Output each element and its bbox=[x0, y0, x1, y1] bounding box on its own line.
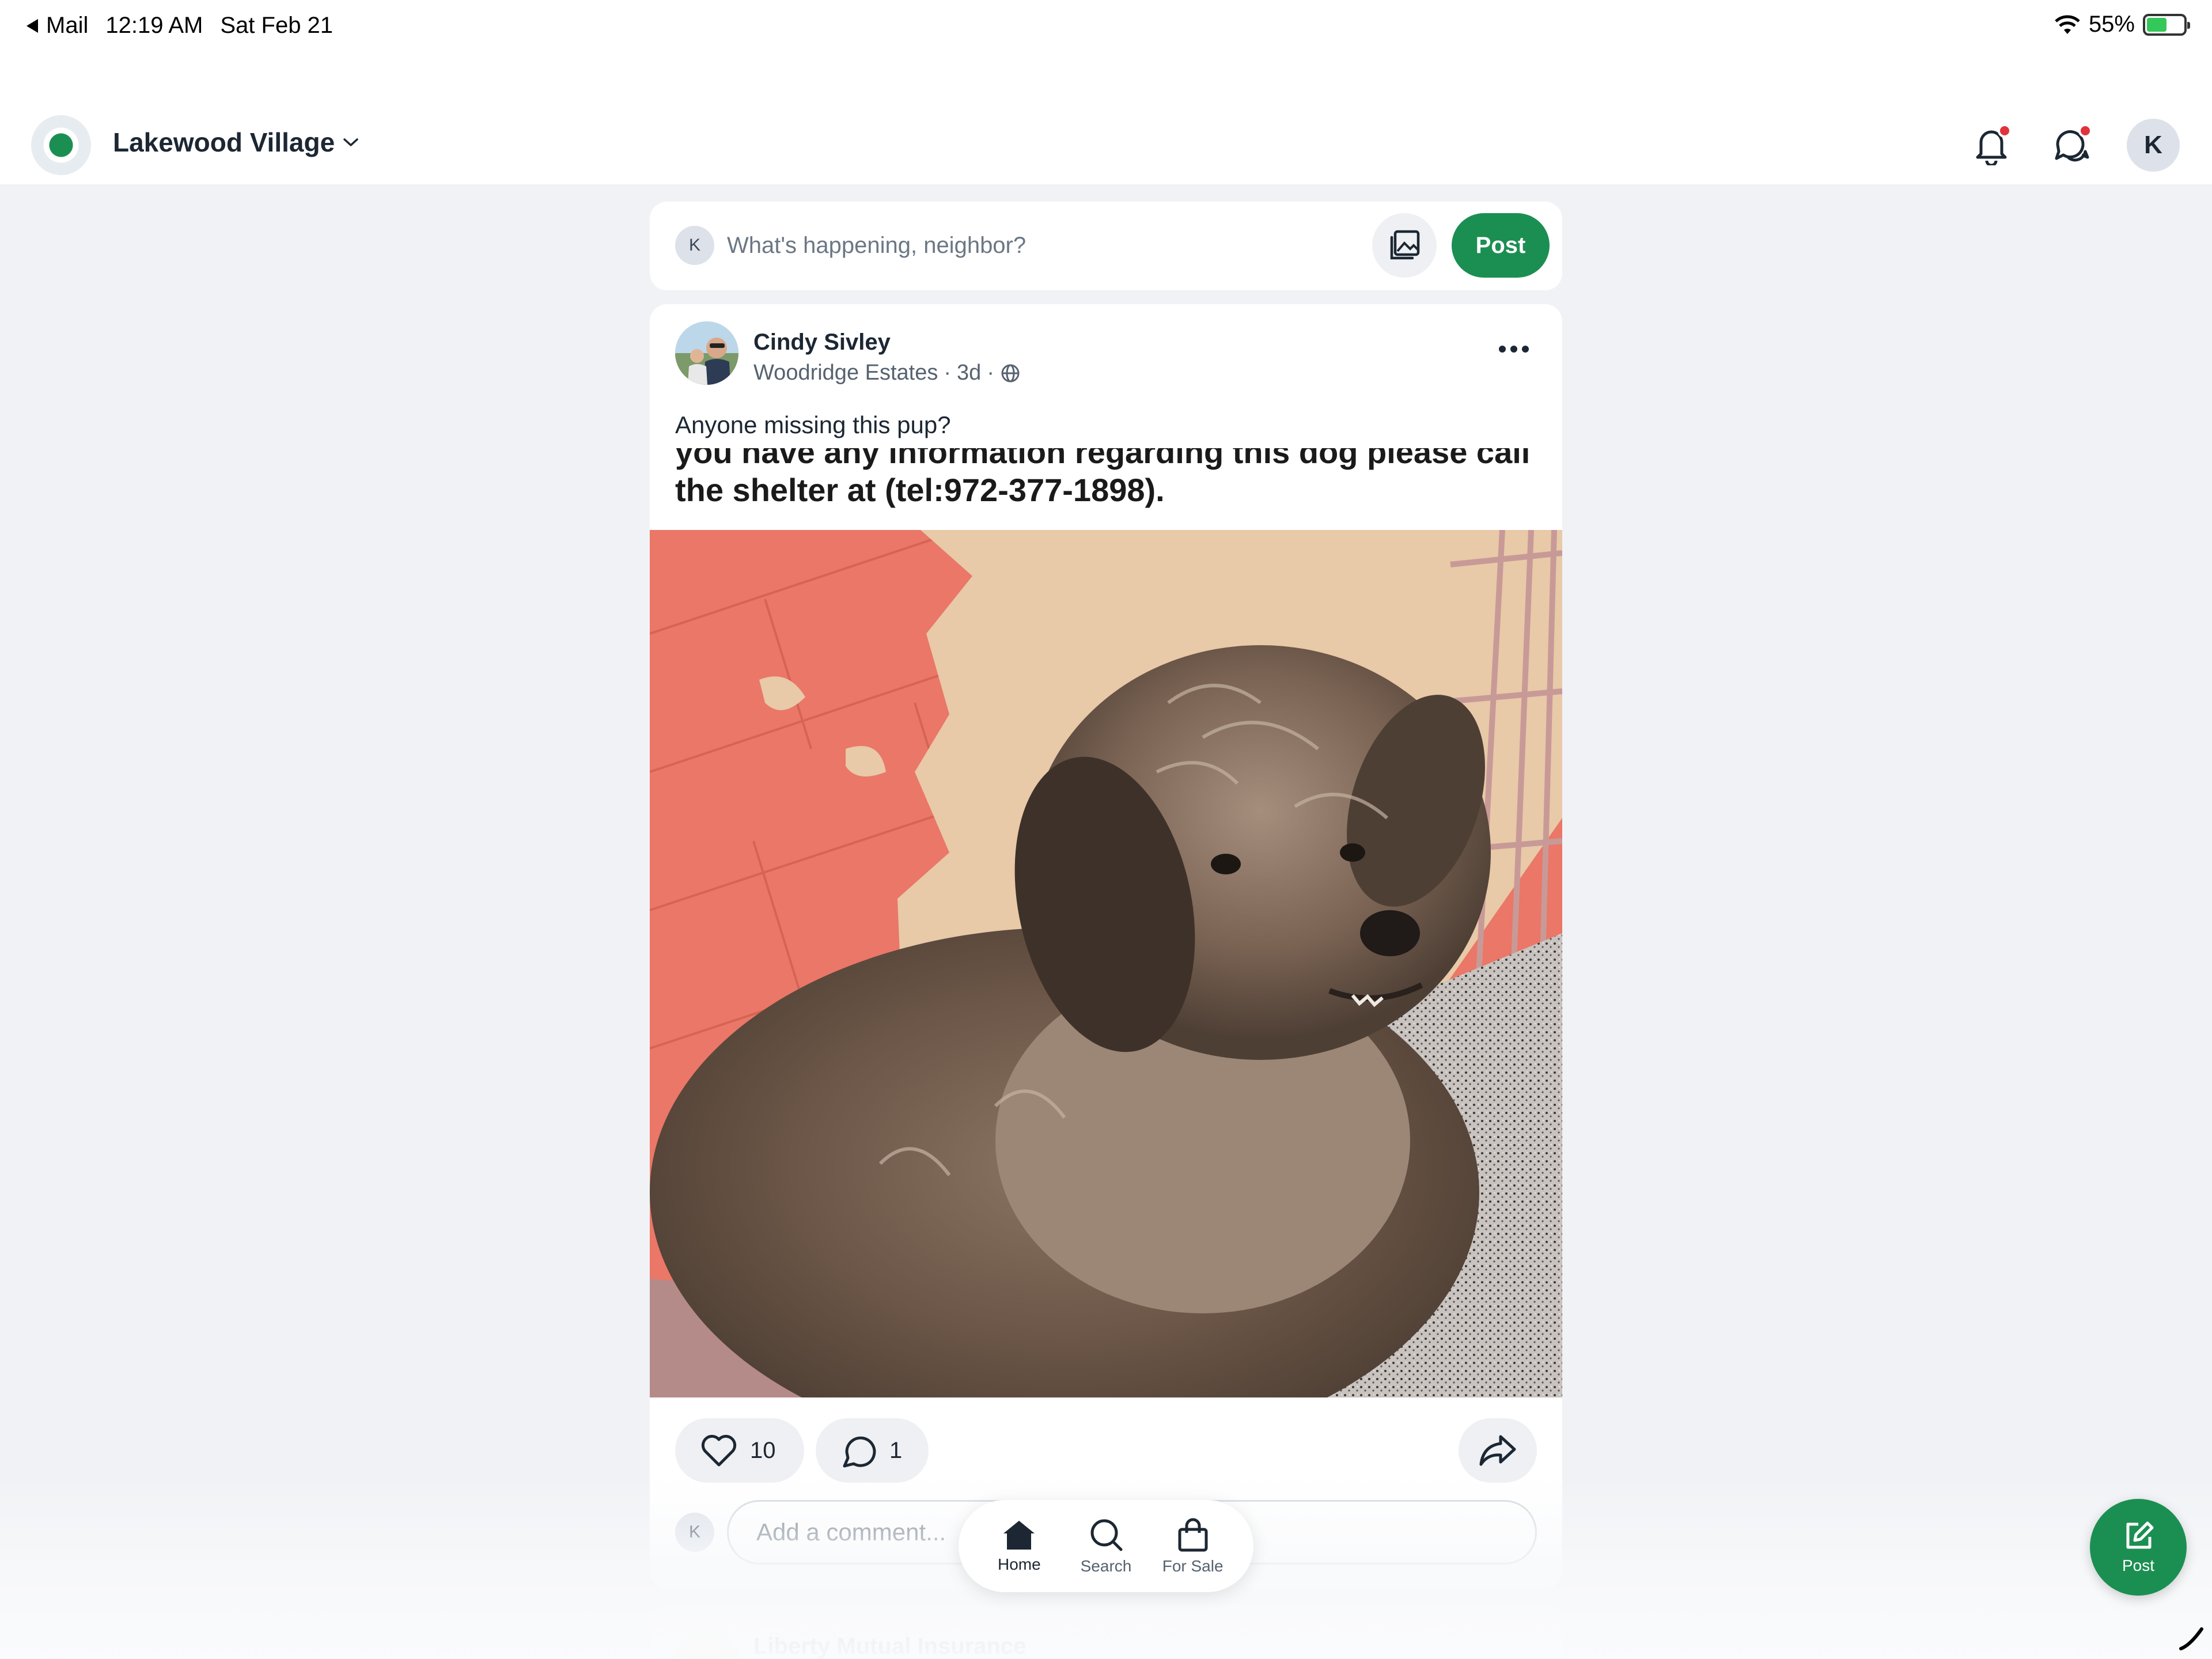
home-icon bbox=[1003, 1521, 1035, 1550]
app-logo[interactable] bbox=[31, 115, 91, 175]
globe-icon bbox=[1001, 364, 1020, 382]
more-dot bbox=[1510, 346, 1517, 353]
nav-search-label: Search bbox=[1080, 1557, 1132, 1575]
more-dot bbox=[1499, 346, 1506, 353]
nav-for-sale[interactable]: For Sale bbox=[1153, 1517, 1233, 1575]
battery-icon bbox=[2143, 13, 2190, 36]
next-post-avatar[interactable] bbox=[675, 1628, 738, 1659]
more-dot bbox=[1522, 346, 1529, 353]
message-badge bbox=[2078, 124, 2092, 138]
community-selector[interactable]: Lakewood Village bbox=[113, 127, 359, 158]
status-date: Sat Feb 21 bbox=[220, 13, 334, 38]
meta-separator: · bbox=[987, 361, 994, 385]
notification-badge bbox=[1998, 124, 2012, 138]
add-photo-button[interactable] bbox=[1372, 213, 1437, 278]
messages-button[interactable] bbox=[2046, 119, 2098, 171]
back-app-label: Mail bbox=[46, 13, 89, 38]
nav-search[interactable]: Search bbox=[1066, 1517, 1146, 1575]
next-post-author[interactable]: Liberty Mutual Insurance bbox=[753, 1634, 1026, 1659]
avatar-photo bbox=[675, 321, 738, 385]
dog-photo-image bbox=[650, 530, 1562, 1397]
chevron-down-icon bbox=[343, 138, 358, 146]
heart-icon bbox=[701, 1434, 737, 1467]
share-arrow-icon bbox=[1479, 1435, 1516, 1466]
post-age: 3d bbox=[957, 361, 982, 385]
post-text: Anyone missing this pup? bbox=[675, 411, 951, 438]
author-meta: Woodridge Estates · 3d · bbox=[753, 361, 1021, 385]
post-actions: 10 1 bbox=[675, 1418, 1537, 1483]
image-caption-line-1: you have any information regarding this … bbox=[675, 448, 1531, 470]
wifi-icon bbox=[2055, 15, 2080, 34]
shopping-bag-icon bbox=[1178, 1518, 1208, 1552]
bottom-nav: Home Search For Sale bbox=[959, 1500, 1253, 1592]
share-button[interactable] bbox=[1459, 1418, 1537, 1483]
nav-for-sale-label: For Sale bbox=[1162, 1557, 1224, 1575]
comment-button[interactable]: 1 bbox=[816, 1418, 929, 1483]
nav-home[interactable]: Home bbox=[979, 1518, 1059, 1574]
pencil-tool-icon bbox=[2179, 1627, 2203, 1650]
nav-home-label: Home bbox=[997, 1555, 1041, 1573]
status-time: 12:19 AM bbox=[105, 13, 203, 38]
author-avatar[interactable] bbox=[675, 321, 738, 385]
composer-post-button[interactable]: Post bbox=[1452, 213, 1550, 278]
battery-percent: 55% bbox=[2088, 12, 2135, 37]
search-icon bbox=[1090, 1519, 1123, 1551]
composer-input[interactable]: What's happening, neighbor? bbox=[727, 233, 1026, 259]
comment-bubble-icon bbox=[843, 1436, 876, 1468]
author-name[interactable]: Cindy Sivley bbox=[753, 329, 891, 355]
photo-gallery-icon bbox=[1390, 230, 1420, 260]
image-caption: you have any information regarding this … bbox=[675, 448, 1551, 520]
more-options-button[interactable] bbox=[1491, 332, 1537, 366]
back-arrow-icon bbox=[26, 18, 38, 33]
author-neighborhood[interactable]: Woodridge Estates bbox=[753, 361, 938, 385]
profile-avatar[interactable]: K bbox=[2127, 119, 2180, 172]
fab-label: Post bbox=[2122, 1556, 2155, 1574]
community-name: Lakewood Village bbox=[113, 127, 335, 157]
post-card: Cindy Sivley Woodridge Estates · 3d · An… bbox=[650, 304, 1562, 1589]
commenter-avatar: K bbox=[675, 1513, 714, 1552]
like-count: 10 bbox=[750, 1437, 776, 1463]
floating-post-button[interactable]: Post bbox=[2090, 1499, 2187, 1596]
notifications-button[interactable] bbox=[1965, 119, 2017, 171]
next-post-card: Liberty Mutual Insurance bbox=[650, 1605, 1562, 1659]
like-button[interactable]: 10 bbox=[675, 1418, 804, 1483]
post-photo[interactable] bbox=[650, 530, 1562, 1397]
composer-avatar: K bbox=[675, 226, 714, 265]
comment-count: 1 bbox=[889, 1437, 903, 1463]
meta-separator: · bbox=[944, 361, 952, 385]
post-composer: K What's happening, neighbor? Post bbox=[650, 202, 1562, 290]
compose-icon bbox=[2126, 1521, 2154, 1549]
image-caption-line-2: the shelter at (tel:972-377-1898). bbox=[675, 472, 1165, 508]
back-to-mail[interactable]: Mail bbox=[25, 13, 88, 39]
app-header bbox=[0, 58, 2212, 184]
status-bar: Mail 12:19 AM Sat Feb 21 55% bbox=[0, 0, 2212, 58]
